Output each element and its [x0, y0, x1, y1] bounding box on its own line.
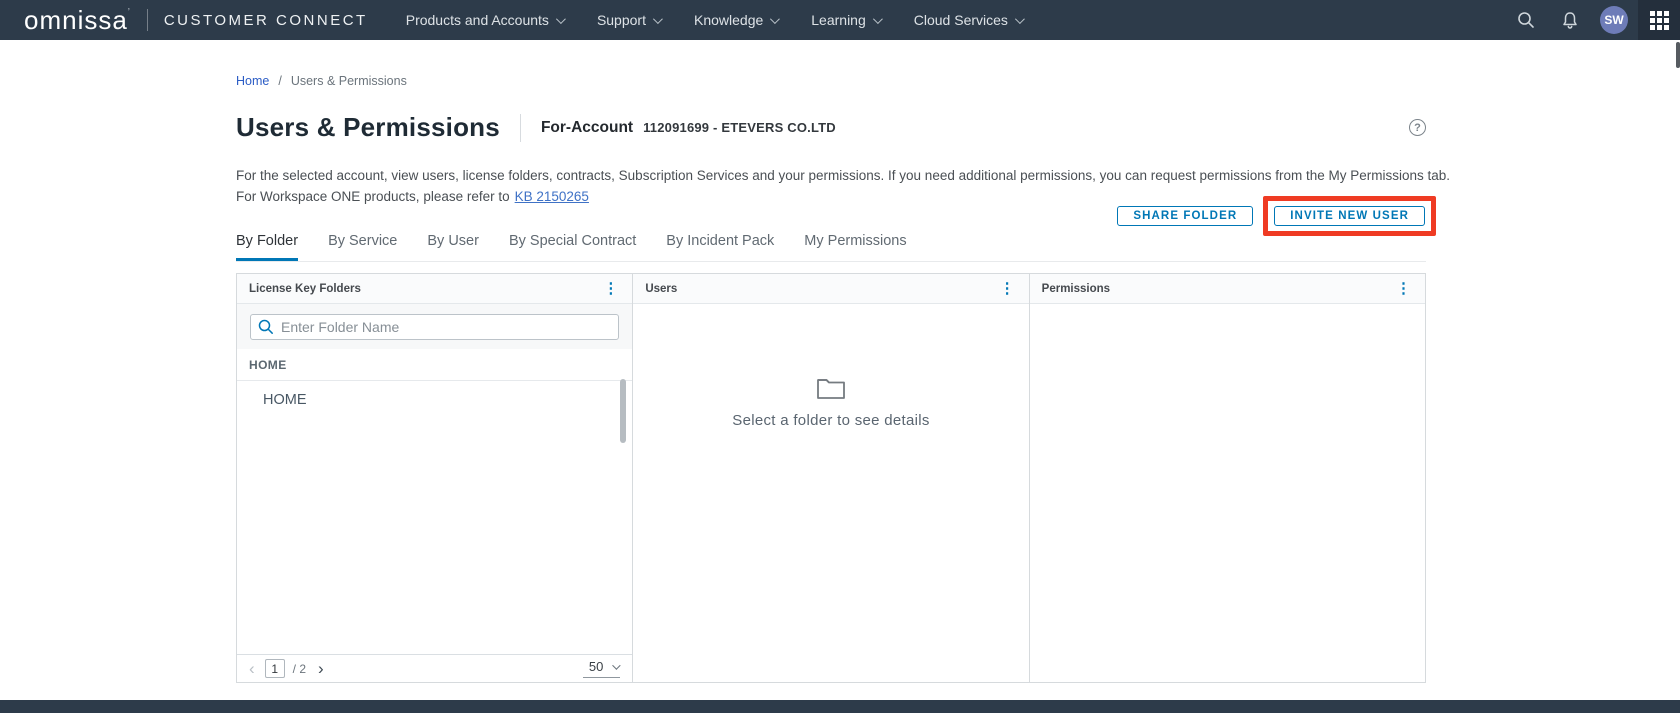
chevron-down-icon — [1015, 14, 1025, 24]
account-value: 112091699 - ETEVERS CO.LTD — [643, 120, 836, 135]
tab-by-folder[interactable]: By Folder — [236, 233, 298, 261]
share-folder-button[interactable]: SHARE FOLDER — [1117, 206, 1253, 226]
nav-item-label: Products and Accounts — [406, 12, 549, 28]
search-icon — [258, 319, 274, 335]
annotation-highlight-box: INVITE NEW USER — [1263, 196, 1436, 236]
kebab-menu-icon[interactable]: ⋮ — [996, 279, 1019, 298]
users-panel: Users ⋮ Select a folder to see details — [633, 274, 1029, 682]
folder-pagination: ‹ 1 / 2 › 50 — [237, 654, 632, 682]
folder-search-box — [250, 314, 619, 340]
tab-bar: By Folder By Service By User By Special … — [236, 233, 1426, 262]
breadcrumb-current: Users & Permissions — [291, 74, 407, 88]
navbar-right: SW — [1504, 0, 1680, 40]
pagination-current-page[interactable]: 1 — [265, 659, 285, 678]
folder-tree-item-home[interactable]: HOME — [237, 381, 632, 408]
app-grid-block[interactable] — [1638, 0, 1680, 40]
panel-header: Permissions ⋮ — [1030, 274, 1425, 304]
nav-item-cloud-services[interactable]: Cloud Services — [914, 12, 1022, 28]
users-empty-state: Select a folder to see details — [633, 304, 1028, 429]
kebab-menu-icon[interactable]: ⋮ — [1392, 279, 1415, 298]
folder-search-input[interactable] — [250, 314, 619, 340]
empty-state-message: Select a folder to see details — [732, 412, 929, 429]
page-size-value: 50 — [589, 659, 603, 674]
footer-bar — [0, 700, 1680, 713]
breadcrumb: Home / Users & Permissions — [236, 74, 407, 88]
app-grid-icon — [1650, 11, 1669, 30]
page-title: Users & Permissions — [236, 112, 500, 143]
chevron-down-icon — [873, 14, 883, 24]
omnissa-logo[interactable]: omnissaʼ — [24, 7, 131, 33]
folder-icon — [816, 376, 846, 401]
help-icon[interactable]: ? — [1409, 119, 1426, 136]
tab-by-service[interactable]: By Service — [328, 233, 397, 261]
search-icon[interactable] — [1504, 0, 1548, 40]
license-key-folders-panel: License Key Folders ⋮ HOME HOME ‹ 1 / 2 … — [237, 274, 633, 682]
bell-icon[interactable] — [1548, 0, 1592, 40]
nav-item-label: Support — [597, 12, 646, 28]
main-nav: Products and Accounts Support Knowledge … — [406, 12, 1022, 28]
breadcrumb-home-link[interactable]: Home — [236, 74, 269, 88]
nav-item-label: Learning — [811, 12, 866, 28]
page-size-select[interactable]: 50 — [583, 659, 620, 678]
top-navbar: omnissaʼ CUSTOMER CONNECT Products and A… — [0, 0, 1680, 40]
panel-title: License Key Folders — [249, 283, 361, 295]
panel-header: Users ⋮ — [633, 274, 1028, 304]
folder-list-scrollbar-thumb[interactable] — [620, 379, 626, 443]
portal-title: CUSTOMER CONNECT — [164, 12, 368, 29]
main-content: Home / Users & Permissions Users & Permi… — [0, 40, 1680, 700]
breadcrumb-separator: / — [278, 74, 281, 88]
panel-title: Users — [645, 283, 677, 295]
actions-row: SHARE FOLDER INVITE NEW USER — [236, 196, 1436, 236]
chevron-down-icon — [770, 14, 780, 24]
folder-search-row — [237, 304, 632, 349]
panel-title: Permissions — [1042, 283, 1110, 295]
pagination-page-total: / 2 — [293, 662, 306, 676]
omnissa-logo-text: omnissa — [24, 5, 128, 35]
invite-new-user-button[interactable]: INVITE NEW USER — [1274, 206, 1425, 226]
chevron-down-icon — [612, 661, 620, 669]
chevron-down-icon — [556, 14, 566, 24]
title-row: Users & Permissions For-Account 11209169… — [236, 112, 1426, 143]
brand-divider — [147, 9, 148, 31]
nav-item-products-and-accounts[interactable]: Products and Accounts — [406, 12, 563, 28]
kebab-menu-icon[interactable]: ⋮ — [599, 279, 622, 298]
nav-item-support[interactable]: Support — [597, 12, 660, 28]
avatar[interactable]: SW — [1600, 6, 1628, 34]
page-description: For the selected account, view users, li… — [236, 168, 1450, 183]
omnissa-logo-mark: ʼ — [128, 7, 131, 17]
account-label: For-Account — [541, 119, 633, 137]
pagination-prev-icon[interactable]: ‹ — [249, 659, 255, 679]
chevron-down-icon — [653, 14, 663, 24]
nav-item-learning[interactable]: Learning — [811, 12, 880, 28]
permissions-panel: Permissions ⋮ — [1030, 274, 1425, 682]
nav-item-label: Knowledge — [694, 12, 763, 28]
nav-item-label: Cloud Services — [914, 12, 1008, 28]
panels-container: License Key Folders ⋮ HOME HOME ‹ 1 / 2 … — [236, 273, 1426, 683]
tab-my-permissions[interactable]: My Permissions — [804, 233, 906, 261]
panel-header: License Key Folders ⋮ — [237, 274, 632, 304]
tab-by-incident-pack[interactable]: By Incident Pack — [666, 233, 774, 261]
brand-area: omnissaʼ CUSTOMER CONNECT — [0, 7, 368, 33]
folder-group-label: HOME — [237, 349, 632, 381]
title-divider — [520, 114, 521, 142]
nav-item-knowledge[interactable]: Knowledge — [694, 12, 777, 28]
tab-by-special-contract[interactable]: By Special Contract — [509, 233, 636, 261]
pagination-next-icon[interactable]: › — [318, 659, 324, 679]
tab-by-user[interactable]: By User — [427, 233, 479, 261]
